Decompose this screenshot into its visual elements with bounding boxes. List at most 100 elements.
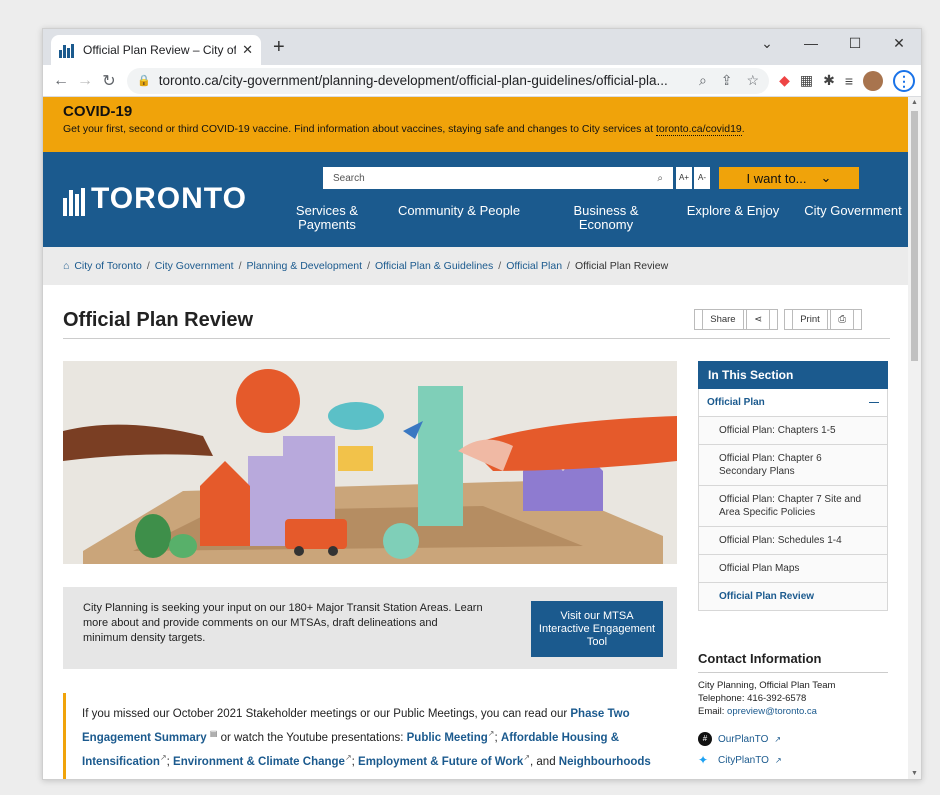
breadcrumb-city-of-toronto[interactable]: City of Toronto bbox=[74, 260, 142, 272]
new-tab-button[interactable]: + bbox=[273, 36, 285, 59]
browser-tab[interactable]: Official Plan Review – City of Toro ✕ bbox=[51, 35, 261, 65]
contact-team: City Planning, Official Plan Team bbox=[698, 680, 836, 691]
sidebar-item-chapters-1-5[interactable]: Official Plan: Chapters 1-5 bbox=[698, 417, 888, 445]
public-meeting-link[interactable]: Public Meeting bbox=[407, 732, 488, 744]
puzzle-extensions-icon[interactable]: ✱ bbox=[823, 72, 835, 89]
employment-link[interactable]: Employment & Future of Work bbox=[358, 756, 523, 768]
printer-icon: ⎙ bbox=[830, 309, 854, 330]
breadcrumb-official-plan-guidelines[interactable]: Official Plan & Guidelines bbox=[375, 260, 493, 272]
missed-meetings-notice: If you missed our October 2021 Stakehold… bbox=[63, 693, 677, 779]
contact-email-link[interactable]: opreview@toronto.ca bbox=[727, 706, 817, 717]
search-input[interactable]: Search ⌕ bbox=[323, 167, 673, 189]
breadcrumb: ⌂ City of Toronto / City Government / Plan… bbox=[43, 247, 910, 285]
logo-wordmark: TORONTO bbox=[91, 182, 247, 215]
social-label: CityPlanTO bbox=[718, 754, 769, 766]
covid-link[interactable]: toronto.ca/covid19 bbox=[655, 123, 742, 136]
social-label: OurPlanTO bbox=[718, 733, 769, 745]
nav-city-government[interactable]: City Government bbox=[803, 204, 903, 232]
external-link-icon: ↗ bbox=[344, 752, 352, 762]
i-want-label: I want to... bbox=[746, 170, 807, 186]
social-cityplanto[interactable]: ✦ CityPlanTO ↗ bbox=[698, 754, 888, 766]
tab-bar: Official Plan Review – City of Toro ✕ + … bbox=[43, 29, 921, 65]
nav-services-payments[interactable]: Services & Payments bbox=[273, 204, 381, 232]
covid-banner: COVID-19 Get your first, second or third… bbox=[43, 97, 910, 152]
external-link-icon: ↗ bbox=[774, 755, 782, 765]
nav-label: Business & Economy bbox=[573, 203, 639, 232]
font-larger-button[interactable]: A+ bbox=[676, 167, 692, 189]
font-smaller-button[interactable]: A- bbox=[694, 167, 710, 189]
city-hall-logo-icon bbox=[63, 188, 85, 216]
tab-title: Official Plan Review – City of Toro bbox=[83, 43, 237, 57]
sidebar-item-chapter-7[interactable]: Official Plan: Chapter 7 Site and Area S… bbox=[698, 486, 888, 527]
breadcrumb-planning-development[interactable]: Planning & Development bbox=[246, 260, 362, 272]
covid-title: COVID-19 bbox=[63, 103, 133, 120]
i-want-to-dropdown[interactable]: I want to... ⌄ bbox=[719, 167, 859, 189]
social-ourplanto[interactable]: # OurPlanTO ↗ bbox=[698, 732, 888, 746]
reading-list-icon[interactable]: ≡ bbox=[845, 73, 853, 89]
main-nav: Services & Payments Community & People B… bbox=[273, 204, 903, 232]
chevron-down-icon: ⌄ bbox=[820, 170, 832, 185]
sidebar-item-official-plan[interactable]: Official Plan — bbox=[698, 389, 888, 417]
breadcrumb-city-government[interactable]: City Government bbox=[155, 260, 234, 272]
scroll-down-arrow-icon[interactable]: ▼ bbox=[911, 770, 918, 777]
forward-arrow-icon[interactable]: → bbox=[73, 72, 97, 90]
zoom-icon[interactable]: ⌕ bbox=[699, 72, 707, 89]
tab-close-icon[interactable]: ✕ bbox=[242, 42, 253, 58]
share-button[interactable]: Share ⋖ bbox=[694, 309, 779, 330]
search-placeholder: Search bbox=[333, 172, 365, 184]
back-arrow-icon[interactable]: ← bbox=[49, 72, 73, 90]
browser-menu-icon[interactable]: ⋮ bbox=[893, 69, 915, 92]
home-icon[interactable]: ⌂ bbox=[63, 260, 69, 272]
missed-mid: or watch the Youtube presentations: bbox=[217, 731, 407, 744]
search-icon[interactable]: ⌕ bbox=[657, 173, 663, 184]
breadcrumb-official-plan[interactable]: Official Plan bbox=[506, 260, 562, 272]
nav-explore-enjoy[interactable]: Explore & Enjoy bbox=[683, 204, 783, 232]
window-controls: ⌄ — ☐ ✕ bbox=[745, 29, 921, 61]
minimize-button[interactable]: — bbox=[789, 29, 833, 61]
toronto-logo[interactable]: TORONTO bbox=[63, 182, 247, 216]
covid-period: . bbox=[741, 123, 745, 135]
external-link-icon: ↗ bbox=[222, 777, 229, 779]
page-scrollbar[interactable]: ▲ ▼ bbox=[908, 97, 921, 779]
grid-extension-icon[interactable]: ▦ bbox=[800, 72, 813, 89]
site-header: TORONTO Search ⌕ A+ A- I want to... ⌄ Se… bbox=[43, 152, 910, 247]
color-extension-icon[interactable]: ◆ bbox=[779, 72, 790, 89]
print-button[interactable]: Print ⎙ bbox=[784, 309, 862, 330]
sidebar-item-review[interactable]: Official Plan Review bbox=[698, 583, 888, 611]
collapse-icon[interactable]: — bbox=[869, 396, 879, 409]
covid-message: Get your first, second or third COVID-19… bbox=[63, 123, 656, 135]
close-window-button[interactable]: ✕ bbox=[877, 29, 921, 61]
mtsa-tool-button[interactable]: Visit our MTSA Interactive Engagement To… bbox=[531, 601, 663, 657]
sidebar-item-schedules[interactable]: Official Plan: Schedules 1-4 bbox=[698, 527, 888, 555]
scroll-up-arrow-icon[interactable]: ▲ bbox=[911, 99, 918, 106]
nav-business-economy[interactable]: Business & Economy bbox=[551, 204, 661, 232]
profile-avatar[interactable] bbox=[863, 70, 883, 91]
scroll-thumb[interactable] bbox=[911, 111, 918, 361]
address-bar[interactable]: 🔒 toronto.ca/city-government/planning-de… bbox=[127, 67, 770, 94]
bookmark-star-icon[interactable]: ☆ bbox=[747, 72, 760, 89]
share-print-group: Share ⋖ Print ⎙ bbox=[694, 309, 862, 330]
share-label: Share bbox=[702, 309, 744, 330]
sidebar-item-maps[interactable]: Official Plan Maps bbox=[698, 555, 888, 583]
print-label: Print bbox=[792, 309, 828, 330]
tab-search-button[interactable]: ⌄ bbox=[745, 29, 789, 61]
sidebar-item-chapter-6[interactable]: Official Plan: Chapter 6 Secondary Plans bbox=[698, 445, 888, 486]
external-link-icon: ↗ bbox=[523, 752, 531, 762]
lock-icon[interactable]: 🔒 bbox=[137, 74, 151, 87]
in-this-section-nav: In This Section Official Plan — Official… bbox=[698, 361, 888, 611]
nav-community-people[interactable]: Community & People bbox=[389, 204, 529, 232]
contact-telephone: Telephone: 416-392-6578 bbox=[698, 693, 807, 704]
reload-icon[interactable]: ↻ bbox=[97, 71, 121, 91]
external-link-icon: ↗ bbox=[159, 752, 167, 762]
missed-intro: If you missed our October 2021 Stakehold… bbox=[82, 708, 571, 720]
nav-label: City Government bbox=[804, 203, 902, 218]
nav-label: Explore & Enjoy bbox=[686, 203, 780, 218]
page-viewport: COVID-19 Get your first, second or third… bbox=[43, 97, 921, 779]
sidebar-top-label: Official Plan bbox=[707, 397, 765, 408]
maximize-button[interactable]: ☐ bbox=[833, 29, 877, 61]
external-link-icon: ↗ bbox=[487, 729, 495, 738]
environment-link[interactable]: Environment & Climate Change bbox=[173, 756, 345, 768]
page: COVID-19 Get your first, second or third… bbox=[43, 97, 910, 779]
browser-window: Official Plan Review – City of Toro ✕ + … bbox=[42, 28, 922, 780]
share-page-icon[interactable]: ⇪ bbox=[721, 72, 733, 89]
